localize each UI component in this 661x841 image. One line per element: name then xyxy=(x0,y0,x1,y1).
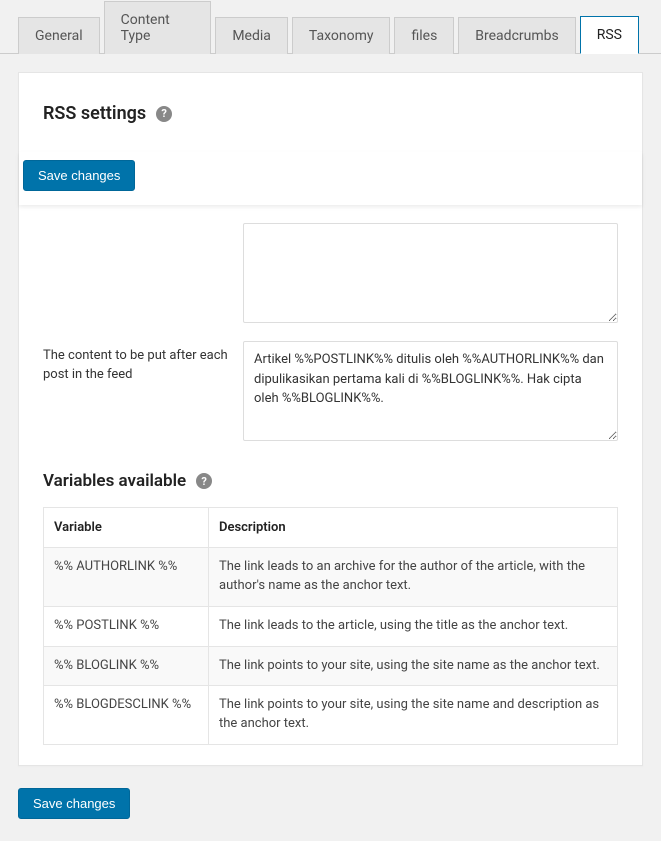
variable-desc: The link leads to the article, using the… xyxy=(209,606,618,646)
before-textarea[interactable] xyxy=(243,223,618,323)
tab-media[interactable]: Media xyxy=(215,17,288,54)
variable-desc: The link points to your site, using the … xyxy=(209,646,618,686)
th-variable: Variable xyxy=(44,508,209,548)
table-row: %% POSTLINK %%The link leads to the arti… xyxy=(44,606,618,646)
after-label: The content to be put after each post in… xyxy=(43,341,243,385)
section-title: RSS settings xyxy=(43,103,146,124)
tab-breadcrumbs[interactable]: Breadcrumbs xyxy=(458,17,575,54)
variable-desc: The link points to your site, using the … xyxy=(209,686,618,745)
tab-content-type[interactable]: Content Type xyxy=(104,1,212,54)
after-textarea[interactable] xyxy=(243,341,618,441)
after-row: The content to be put after each post in… xyxy=(43,341,618,441)
th-description: Description xyxy=(209,508,618,548)
section-title-row: RSS settings ? xyxy=(43,103,618,124)
variable-name: %% POSTLINK %% xyxy=(44,606,209,646)
save-button-bottom[interactable]: Save changes xyxy=(18,788,130,819)
help-icon[interactable]: ? xyxy=(156,106,172,122)
variable-desc: The link leads to an archive for the aut… xyxy=(209,548,618,607)
tab-rss[interactable]: RSS xyxy=(580,16,639,54)
help-icon[interactable]: ? xyxy=(196,473,212,489)
variable-name: %% BLOGLINK %% xyxy=(44,646,209,686)
before-row xyxy=(43,223,618,323)
tab-files[interactable]: files xyxy=(394,17,454,54)
table-row: %% BLOGLINK %%The link points to your si… xyxy=(44,646,618,686)
tab-taxonomy[interactable]: Taxonomy xyxy=(292,17,391,54)
sticky-save-bar: Save changes xyxy=(19,152,642,205)
variables-title: Variables available xyxy=(43,471,186,491)
rss-settings-card: RSS settings ? Save changes The content … xyxy=(18,72,643,766)
table-row: %% BLOGDESCLINK %%The link points to you… xyxy=(44,686,618,745)
table-row: %% AUTHORLINK %%The link leads to an arc… xyxy=(44,548,618,607)
variable-name: %% BLOGDESCLINK %% xyxy=(44,686,209,745)
bottom-save-wrap: Save changes xyxy=(18,788,643,819)
tab-general[interactable]: General xyxy=(18,17,100,54)
tabs: GeneralContent TypeMediaTaxonomyfilesBre… xyxy=(0,0,661,54)
variable-name: %% AUTHORLINK %% xyxy=(44,548,209,607)
variables-table: Variable Description %% AUTHORLINK %%The… xyxy=(43,507,618,745)
save-button-top[interactable]: Save changes xyxy=(23,160,135,191)
before-label xyxy=(43,223,243,229)
variables-title-row: Variables available ? xyxy=(43,471,618,491)
